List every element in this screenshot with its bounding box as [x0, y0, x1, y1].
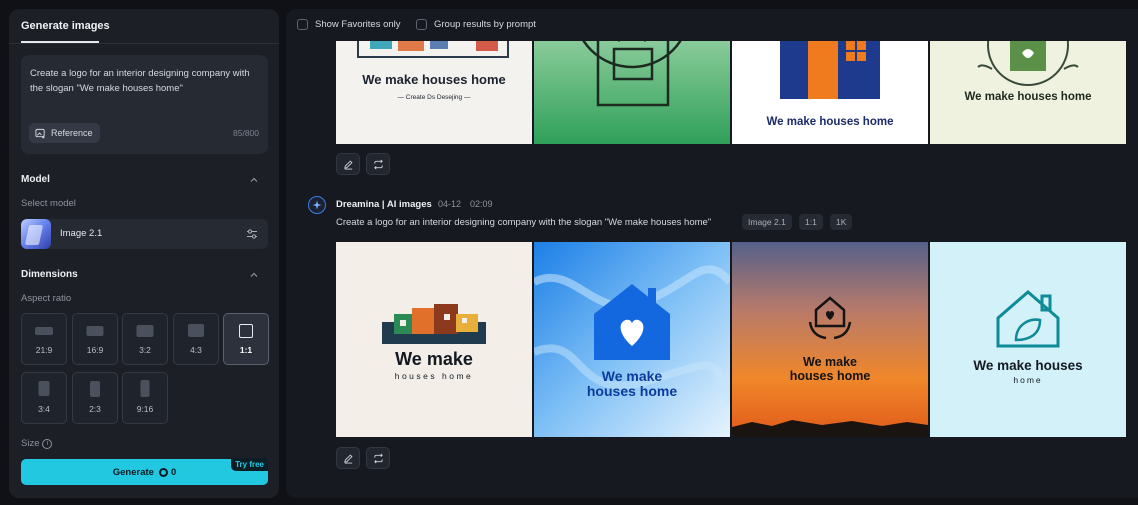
repeat-icon [373, 453, 383, 463]
tile-logo-line2: houses home [587, 383, 677, 399]
ratio-label: 3:4 [38, 404, 50, 414]
pencil-icon [343, 453, 353, 464]
ratio-option-4-3[interactable]: 4:3 [173, 313, 219, 365]
tile-logo-text: We make houses home [965, 91, 1092, 103]
checkbox-box [297, 19, 308, 30]
ratio-shape [136, 325, 154, 337]
show-favorites-label: Show Favorites only [315, 19, 401, 30]
reference-label: Reference [51, 128, 93, 138]
group-by-prompt-checkbox[interactable]: Group results by prompt [416, 19, 536, 30]
ratio-option-9-16[interactable]: 9:16 [122, 372, 168, 424]
group-source: Dreamina | AI images [336, 199, 432, 210]
generate-cost-value: 0 [170, 466, 177, 478]
size-label-row: Size i [21, 438, 53, 449]
model-selector[interactable]: Image 2.1 [21, 219, 268, 249]
edit-button[interactable] [336, 153, 360, 175]
results-toolbar: Show Favorites only Group results by pro… [286, 9, 1138, 41]
chevron-up-icon[interactable] [249, 270, 259, 280]
select-model-label: Select model [21, 198, 76, 209]
ratio-label: 4:3 [190, 345, 202, 355]
tile-logo-line2: houses home [395, 371, 474, 381]
group-date: 04-12 [438, 199, 462, 209]
result-image[interactable]: We make houses home [534, 242, 730, 437]
ratio-shape [90, 381, 100, 397]
prompt-input[interactable]: Create a logo for an interior designing … [21, 55, 268, 154]
ratio-option-3-4[interactable]: 3:4 [21, 372, 67, 424]
ratio-option-21-9[interactable]: 21:9 [21, 313, 67, 365]
repeat-icon [373, 159, 383, 169]
ratio-option-16-9[interactable]: 16:9 [72, 313, 118, 365]
generate-label: Generate [112, 466, 154, 478]
regenerate-button[interactable] [366, 153, 390, 175]
reference-button[interactable]: Reference [29, 123, 100, 143]
tile-logo-line2: houses home [790, 369, 871, 383]
result-image[interactable]: We make houses home [930, 242, 1126, 437]
app-root: Generate images Create a logo for an int… [0, 0, 1138, 505]
tile-logo-subtext: — Create Ds Desejing — [398, 94, 471, 101]
chevron-up-icon[interactable] [249, 175, 259, 185]
ratio-tag: 1:1 [799, 214, 823, 230]
results-area: Show Favorites only Group results by pro… [286, 9, 1138, 498]
tile-logo-line1: We make houses [973, 358, 1082, 373]
model-name: Image 2.1 [60, 228, 103, 239]
ratio-shape [140, 380, 150, 397]
result-image[interactable]: We make houses home [336, 242, 532, 437]
group-time: 02:09 [470, 199, 493, 209]
regenerate-button[interactable] [366, 447, 390, 469]
try-free-badge: Try free [231, 458, 268, 471]
image-reference-icon [35, 128, 45, 139]
resolution-tag: 1K [830, 214, 853, 230]
generate-panel: Generate images Create a logo for an int… [9, 9, 279, 498]
result-image[interactable]: We make houses home [732, 242, 928, 437]
checkbox-box [416, 19, 427, 30]
ratio-option-3-2[interactable]: 3:2 [122, 313, 168, 365]
ratio-shape [38, 381, 50, 396]
pencil-icon [343, 159, 353, 170]
sliders-icon[interactable] [246, 228, 258, 240]
tile-logo-line1: We make [803, 355, 857, 369]
tab-divider [9, 43, 279, 44]
ratio-option-2-3[interactable]: 2:3 [72, 372, 118, 424]
ratio-label: 2:3 [89, 404, 101, 414]
model-thumbnail [21, 219, 51, 249]
ratio-label: 1:1 [239, 345, 253, 355]
character-counter: 85/800 [233, 128, 259, 138]
size-label: Size [21, 438, 40, 449]
model-section-title: Model [21, 174, 50, 185]
ratio-shape [35, 327, 53, 335]
dimensions-section-title: Dimensions [21, 269, 78, 280]
info-icon[interactable]: i [42, 438, 53, 449]
tile-logo-line1: We make [395, 349, 473, 369]
aspect-ratio-label: Aspect ratio [21, 293, 72, 304]
ratio-shape [188, 324, 204, 337]
tile-logo-line1: We make [602, 368, 663, 384]
ratio-shape [239, 324, 253, 338]
ratio-label: 3:2 [139, 345, 151, 355]
model-tag: Image 2.1 [742, 214, 792, 230]
generate-button[interactable]: Generate 0 Try free [21, 458, 268, 485]
ratio-label: 9:16 [136, 404, 154, 414]
dreamina-logo-icon [308, 196, 326, 214]
edit-button[interactable] [336, 447, 360, 469]
group-prompt: Create a logo for an interior designing … [336, 217, 712, 228]
ratio-shape [86, 326, 104, 336]
show-favorites-checkbox[interactable]: Show Favorites only [297, 19, 401, 30]
ratio-label: 16:9 [86, 345, 104, 355]
credit-icon [158, 467, 168, 477]
tile-logo-line2: home [1013, 375, 1042, 385]
generate-cost: 0 [158, 466, 177, 478]
tile-logo-text: We make houses home [767, 116, 894, 128]
tab-generate-images[interactable]: Generate images [21, 20, 110, 32]
ratio-label: 21:9 [35, 345, 53, 355]
group-by-prompt-label: Group results by prompt [434, 19, 536, 30]
prompt-text[interactable]: Create a logo for an interior designing … [30, 66, 258, 96]
tile-logo-text: We make houses home [362, 72, 506, 87]
ratio-option-1-1[interactable]: 1:1 [223, 313, 269, 365]
